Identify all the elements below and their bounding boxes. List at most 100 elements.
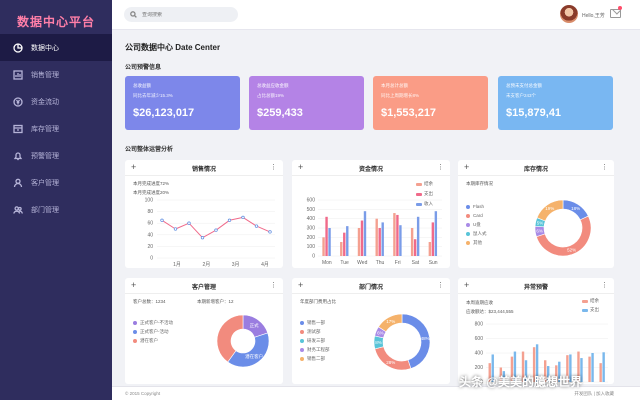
y-tick-label: 800 [475,322,484,328]
y-tick-label: 500 [307,207,316,213]
bar [599,363,602,382]
bar [602,352,605,382]
slice-label: 正式 [250,322,259,328]
customers-panel: + 客户管理 ⋮ 客户总数：1234 本期新增客户：12 正式客户-不活动 正式… [125,278,283,384]
x-tick-label: Sat [412,260,420,266]
bar [588,356,591,382]
sidebar: 数据中心平台 数据中心 销售管理 资金流动 库存管理 预警管理 客户管理 部门管… [0,0,112,400]
sidebar-item-inventory[interactable]: 库存管理 [0,115,112,142]
alert-section-title: 公司预警信息 [125,65,162,71]
donut-slice [374,346,412,371]
card-value: $26,123,017 [133,107,195,119]
sidebar-item-data-center[interactable]: 数据中心 [0,34,112,61]
y-tick-label: 200 [475,365,484,371]
pie-chart-icon [12,42,24,54]
warnings-bar-chart: 8006004002000 [475,322,608,384]
card-value: $15,879,41 [506,107,562,119]
slice-label: 28% [386,360,395,365]
summary-card-total-revenue[interactable]: 总收益额 同比去年减少15.3% $26,123,017 [125,76,240,130]
bar [416,216,420,256]
search-input[interactable] [142,11,232,18]
y-tick-label: 100 [145,198,154,204]
x-tick-label: 4月 [261,262,269,268]
y-tick-label: 0 [150,256,153,262]
bar [396,214,399,256]
search-icon [130,11,137,18]
slice-label: 潜在客户 [245,353,263,360]
summary-card-monthly-total[interactable]: 本月总计总额 同比上周期增长8% $1,553,217 [373,76,488,130]
bar [393,213,396,256]
funds-panel: + 资金情况 ⋮ 结余 支出 收入 600 500 400 300 200 100 0 Mon… [292,160,450,268]
bar [346,226,349,256]
y-tick-label: 300 [307,226,316,232]
bar [413,239,417,256]
mail-icon[interactable] [610,9,621,18]
inventory-icon [12,123,24,135]
copyright: © 2015 Copyright [125,391,161,396]
bar [322,237,325,256]
inventory-panel: + 库存情况 ⋮ 本期库存情况 Flash Card U盘 鼠人式 其他 18%… [458,160,614,268]
analysis-section-title: 公司整体运营分析 [125,147,174,153]
summary-card-receivable[interactable]: 总收益应收金额 占比总额19% $259,433 [249,76,364,130]
sidebar-item-funds[interactable]: 资金流动 [0,88,112,115]
sidebar-item-label: 客户管理 [31,179,59,187]
bar [378,228,381,256]
sidebar-item-sales[interactable]: 销售管理 [0,61,112,88]
sidebar-item-label: 预警管理 [31,152,59,160]
bar [381,222,384,256]
slice-label: 6% [536,229,543,234]
sidebar-item-departments[interactable]: 部门管理 [0,196,112,223]
x-tick-label: Fri [395,260,401,266]
bar-chart-icon [12,69,24,81]
y-tick-label: 400 [475,351,484,357]
slice-label: 8% [375,340,382,345]
x-tick-label: Mon [322,260,332,266]
slice-label: 52% [567,247,576,252]
y-tick-label: 60 [147,221,153,227]
sidebar-item-warnings[interactable]: 预警管理 [0,142,112,169]
warnings-panel: + 异常预警 ⋮ 本周逾期应收 应收额达：$23,444,555 结余 支出 8… [458,278,614,384]
y-tick-label: 40 [147,232,153,238]
bar [434,211,438,256]
bar [591,353,594,382]
avatar[interactable] [560,5,578,23]
slice-label: 19% [545,206,554,211]
funds-bar-chart: 600 500 400 300 200 100 0 Mon Tue Wed Thu Fri Sat Sun [307,198,442,266]
app-title: 数据中心平台 [16,15,95,29]
x-tick-label: 2月 [202,262,210,268]
bar [399,225,402,256]
watermark: 头条 @美美的臆想世界 [459,375,583,389]
sidebar-item-label: 数据中心 [31,44,59,52]
footer-links[interactable]: 开发团队 | 加入收藏 [574,391,614,397]
sales-panel: + 销售情况 ⋮ 本月完成进度72% 本月完成进度20% 100 80 60 40 20… [125,160,283,268]
sidebar-item-label: 部门管理 [31,206,59,214]
card-sublabel: 占比总额19% [257,93,285,98]
y-tick-label: 20 [147,244,153,250]
data-point [200,236,205,240]
bar [343,232,346,256]
x-tick-label: 1月 [173,262,181,268]
bar [328,228,331,256]
card-label: 总收益应收金额 [257,83,289,88]
sales-line-chart: 100 80 60 40 20 0 1月 2月 3月 4月 [145,198,275,268]
user-greeting[interactable]: Hello,王芳 [582,12,605,19]
data-point [160,218,164,222]
y-tick-label: 0 [312,254,315,260]
card-label: 总预未支付总金额 [506,83,542,88]
data-point [187,221,191,225]
slice-label: 17% [386,319,395,324]
bar [357,228,361,256]
search-box[interactable] [124,7,238,22]
data-point [227,218,232,222]
slice-label: 18% [571,206,580,211]
main-content: 公司数据中心 Date Center 公司预警信息 总收益额 同比去年减少15.… [112,30,640,386]
card-label: 总收益额 [133,83,151,88]
card-sublabel: 同比去年减少15.3% [133,93,173,98]
bar [410,228,414,256]
topbar: Hello,王芳 [112,0,640,30]
summary-card-unpaid[interactable]: 总预未支付总金额 未支客户243个 $15,879,41 [498,76,613,130]
data-point [268,230,272,234]
page-title: 公司数据中心 Date Center [125,43,221,52]
card-label: 本月总计总额 [381,83,408,88]
sidebar-item-customers[interactable]: 客户管理 [0,169,112,196]
